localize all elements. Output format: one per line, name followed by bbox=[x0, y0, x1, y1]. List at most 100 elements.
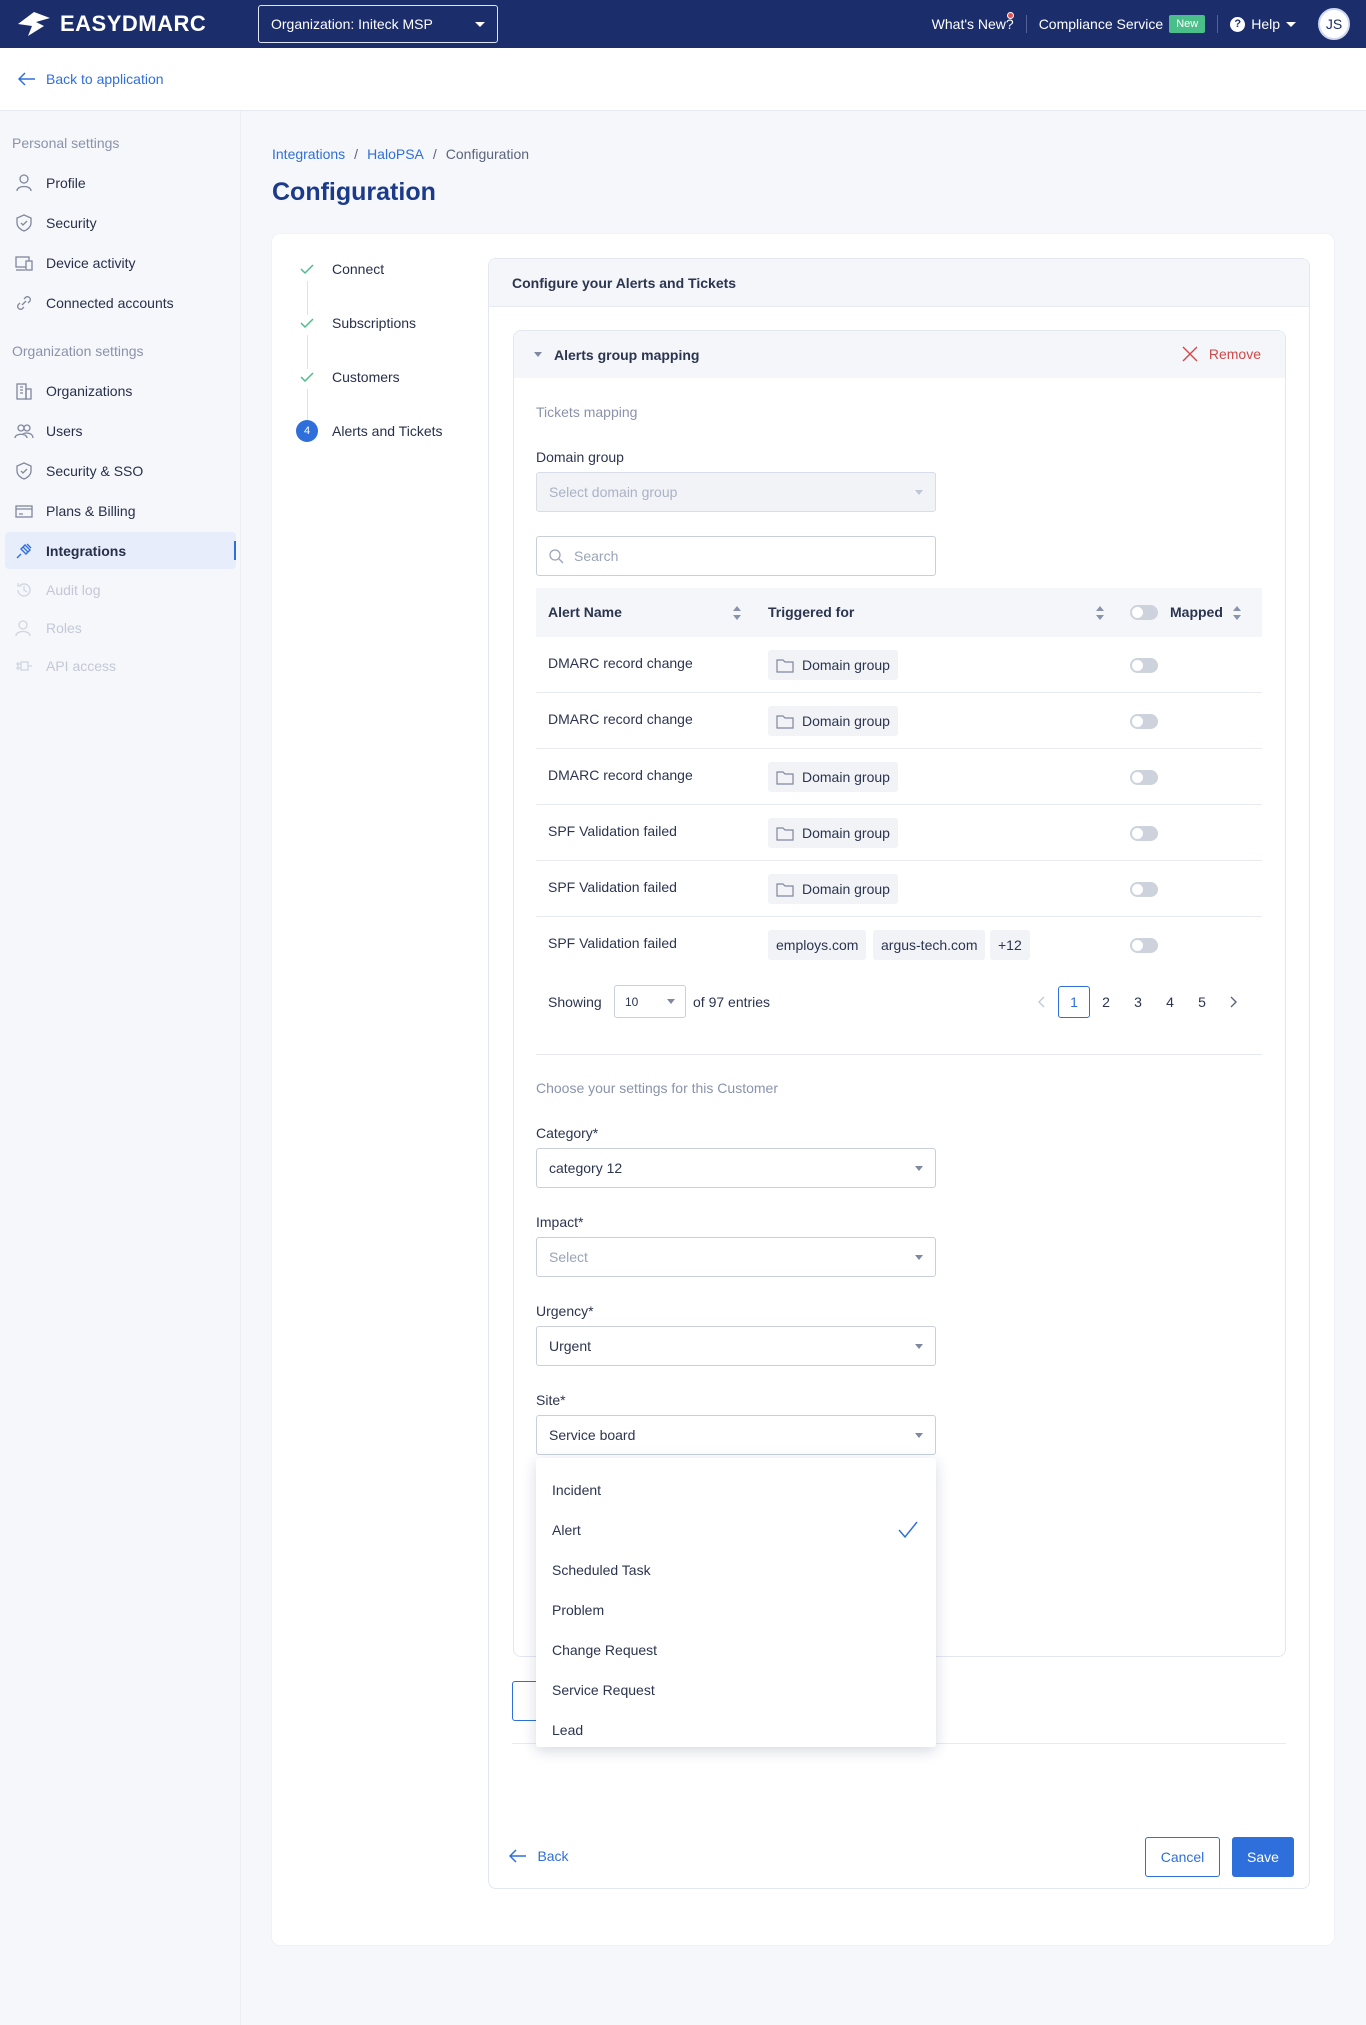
alert-name: DMARC record change bbox=[548, 655, 693, 671]
back-to-application-label: Back to application bbox=[46, 71, 164, 87]
remove-button[interactable]: Remove bbox=[1181, 345, 1261, 363]
sidebar-item-integrations[interactable]: Integrations bbox=[5, 532, 236, 569]
back-to-application-link[interactable]: Back to application bbox=[0, 48, 1366, 111]
avatar[interactable]: JS bbox=[1318, 8, 1350, 40]
brand-logo[interactable]: EASYDMARC bbox=[16, 10, 206, 38]
dropdown-option-lead[interactable]: Lead bbox=[552, 1722, 583, 1738]
chevron-down-icon bbox=[915, 1165, 923, 1171]
step-label: Subscriptions bbox=[332, 315, 417, 331]
sidebar-item-organizations[interactable]: Organizations bbox=[5, 372, 236, 409]
mapped-toggle[interactable] bbox=[1130, 714, 1158, 729]
chevron-down-icon bbox=[534, 352, 542, 357]
sidebar-item-device-activity[interactable]: Device activity bbox=[5, 244, 236, 281]
column-mapped[interactable]: Mapped bbox=[1170, 604, 1223, 620]
check-icon bbox=[296, 258, 318, 280]
alerts-group-header[interactable]: Alerts group mapping Remove bbox=[514, 331, 1285, 378]
whats-new-link[interactable]: What's New? bbox=[920, 12, 1026, 32]
help-label: Help bbox=[1251, 16, 1280, 32]
step-customers[interactable]: Customers bbox=[296, 366, 400, 388]
organization-selector[interactable]: Organization: Initeck MSP bbox=[258, 5, 498, 43]
domain-group-placeholder: Select domain group bbox=[549, 484, 678, 500]
sidebar-item-users[interactable]: Users bbox=[5, 412, 236, 449]
mapped-toggle-all[interactable] bbox=[1130, 605, 1158, 620]
mapped-toggle[interactable] bbox=[1130, 770, 1158, 785]
page-3[interactable]: 3 bbox=[1122, 986, 1154, 1018]
chevron-down-icon bbox=[915, 1254, 923, 1260]
alert-name: DMARC record change bbox=[548, 711, 693, 727]
sidebar-item-label: Security & SSO bbox=[46, 462, 144, 479]
sidebar-item-security[interactable]: Security bbox=[5, 204, 236, 241]
step-label: Customers bbox=[332, 369, 400, 385]
divider bbox=[536, 1054, 1262, 1055]
cancel-button[interactable]: Cancel bbox=[1145, 1837, 1220, 1877]
help-menu[interactable]: ? Help bbox=[1218, 16, 1308, 32]
sidebar-item-plans-billing[interactable]: Plans & Billing bbox=[5, 492, 236, 529]
urgency-select[interactable]: Urgent bbox=[536, 1326, 936, 1366]
sidebar-item-label: Roles bbox=[46, 619, 82, 636]
sidebar-item-label: Connected accounts bbox=[46, 294, 174, 311]
next-page-icon[interactable] bbox=[1218, 986, 1250, 1018]
step-subscriptions[interactable]: Subscriptions bbox=[296, 312, 416, 334]
dropdown-option-incident[interactable]: Incident bbox=[552, 1482, 601, 1498]
shield-icon bbox=[16, 213, 32, 232]
impact-select[interactable]: Select bbox=[536, 1237, 936, 1277]
sidebar-item-label: API access bbox=[46, 657, 117, 674]
dropdown-option-problem[interactable]: Problem bbox=[552, 1602, 604, 1618]
alert-name: SPF Validation failed bbox=[548, 879, 677, 895]
search-input[interactable]: Search bbox=[536, 536, 936, 576]
more-domains-chip[interactable]: +12 bbox=[990, 930, 1030, 960]
step-connect[interactable]: Connect bbox=[296, 258, 384, 280]
category-select[interactable]: category 12 bbox=[536, 1148, 936, 1188]
site-select[interactable]: Service board bbox=[536, 1415, 936, 1455]
check-icon bbox=[296, 312, 318, 334]
top-right-nav: What's New? Compliance Service New ? Hel… bbox=[920, 0, 1350, 48]
sort-icon[interactable] bbox=[733, 605, 741, 621]
column-triggered-for[interactable]: Triggered for bbox=[768, 604, 854, 620]
triggered-chip: Domain group bbox=[768, 650, 898, 680]
breadcrumb-configuration: Configuration bbox=[445, 146, 530, 162]
dropdown-option-scheduled-task[interactable]: Scheduled Task bbox=[552, 1562, 651, 1578]
sidebar-item-label: Security bbox=[46, 214, 97, 231]
alerts-table-header: Alert Name Triggered for Mapped bbox=[536, 588, 1262, 637]
breadcrumb-halopsa[interactable]: HaloPSA bbox=[367, 146, 424, 162]
top-bar: EASYDMARC Organization: Initeck MSP What… bbox=[0, 0, 1366, 48]
sidebar-item-profile[interactable]: Profile bbox=[5, 164, 236, 201]
sidebar-item-connected-accounts[interactable]: Connected accounts bbox=[5, 284, 236, 321]
dropdown-option-service-request[interactable]: Service Request bbox=[552, 1682, 655, 1698]
page-2[interactable]: 2 bbox=[1090, 986, 1122, 1018]
mapped-toggle[interactable] bbox=[1130, 882, 1158, 897]
check-icon bbox=[898, 1521, 918, 1539]
page-size-select[interactable]: 10 bbox=[614, 985, 686, 1018]
breadcrumb-separator: / bbox=[354, 146, 359, 162]
dropdown-option-alert[interactable]: Alert bbox=[552, 1522, 581, 1538]
site-label: Site* bbox=[536, 1392, 566, 1408]
column-alert-name[interactable]: Alert Name bbox=[548, 604, 622, 620]
sidebar-item-label: Integrations bbox=[46, 542, 127, 559]
sidebar-item-label: Profile bbox=[46, 174, 86, 191]
step-alerts-and-tickets[interactable]: 4 Alerts and Tickets bbox=[296, 420, 443, 442]
page-1[interactable]: 1 bbox=[1058, 986, 1090, 1018]
mapped-toggle[interactable] bbox=[1130, 938, 1158, 953]
sidebar-item-security-sso[interactable]: Security & SSO bbox=[5, 452, 236, 489]
domain-group-select[interactable]: Select domain group bbox=[536, 472, 936, 512]
page-4[interactable]: 4 bbox=[1154, 986, 1186, 1018]
save-button[interactable]: Save bbox=[1232, 1837, 1294, 1877]
mapped-toggle[interactable] bbox=[1130, 658, 1158, 673]
prev-page-icon[interactable] bbox=[1025, 986, 1057, 1018]
page-5[interactable]: 5 bbox=[1186, 986, 1218, 1018]
users-icon bbox=[14, 423, 34, 438]
folder-icon bbox=[776, 714, 794, 729]
breadcrumb-integrations[interactable]: Integrations bbox=[272, 146, 345, 162]
compliance-service-link[interactable]: Compliance Service New bbox=[1027, 15, 1218, 33]
domain-chip: employs.com bbox=[768, 930, 867, 960]
sort-icon[interactable] bbox=[1233, 605, 1241, 621]
table-row: DMARC record change Domain group bbox=[536, 693, 1262, 749]
dropdown-option-change-request[interactable]: Change Request bbox=[552, 1642, 657, 1658]
back-button[interactable]: Back bbox=[504, 1836, 574, 1876]
sort-icon[interactable] bbox=[1096, 605, 1104, 621]
mapped-toggle[interactable] bbox=[1130, 826, 1158, 841]
folder-icon bbox=[776, 770, 794, 785]
whats-new-label: What's New? bbox=[931, 16, 1014, 32]
shield-icon bbox=[16, 461, 32, 480]
alerts-group-title: Alerts group mapping bbox=[554, 346, 700, 363]
